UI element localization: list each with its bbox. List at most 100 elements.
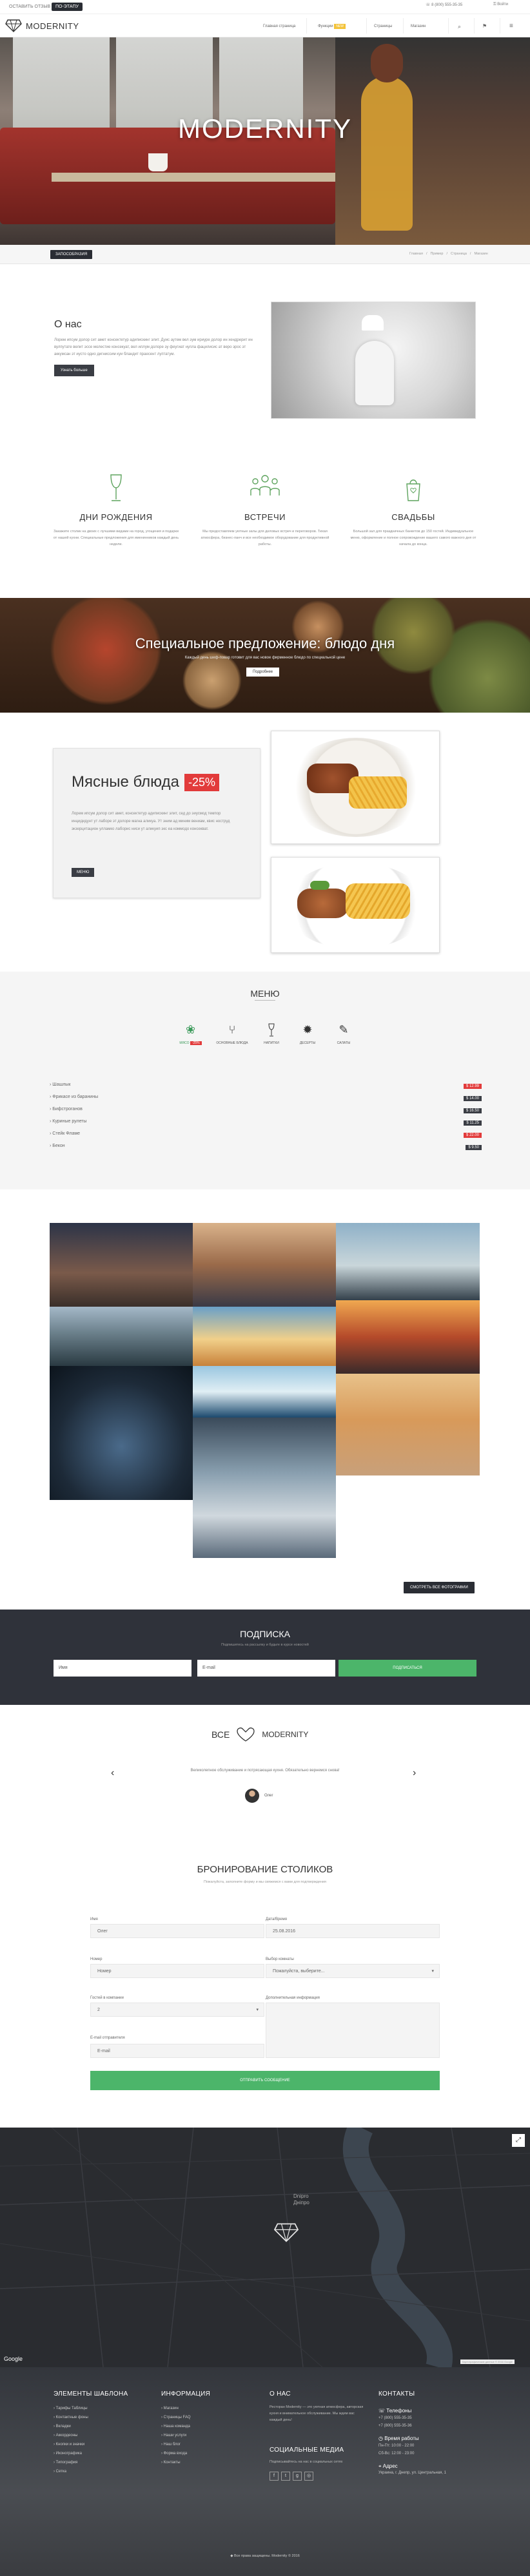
menu-item[interactable]: › Бифстроганов $ 16.50 [50, 1107, 482, 1116]
label-email: E-mail отправителя [90, 2036, 125, 2040]
login-link[interactable]: ⚿ Войти [493, 3, 508, 7]
special-offer-banner: Специальное предложение: блюдо дня Кажды… [0, 598, 530, 713]
subscribe-name-input[interactable]: Имя [54, 1660, 191, 1677]
room-select[interactable]: Пожалуйста, выберите... ▾ [266, 1964, 440, 1978]
fullscreen-icon[interactable]: ⤢ [512, 2134, 525, 2147]
copyright: ◆ Все права защищены. Modernity © 2016 [230, 2554, 300, 2558]
label-info: Дополнительная информация [266, 1996, 320, 2000]
footer-social-text: Подписывайтесь на нас в социальных сетях [270, 2460, 343, 2464]
name-field[interactable]: Олег [90, 1924, 264, 1938]
top-link-review[interactable]: ОСТАВИТЬ ОТЗЫВ [5, 3, 54, 11]
gallery-photo[interactable] [50, 1307, 193, 1366]
tab-meat[interactable]: ❀ МЯСО -25% [173, 1023, 208, 1045]
gallery-photo[interactable] [50, 1223, 193, 1307]
guests-select-value: 2 [97, 2008, 100, 2012]
footer-heading: ЭЛЕМЕНТЫ ШАБЛОНА [54, 2390, 128, 2398]
footer-link[interactable]: › Наша команда [161, 2422, 258, 2431]
chevron-right-icon[interactable]: › [413, 1767, 416, 1779]
map-attribution[interactable]: Картографические данные © 2016 Google [460, 2360, 515, 2364]
email-field[interactable]: E-mail [90, 2044, 264, 2058]
send-booking-button[interactable]: ОТПРАВИТЬ СООБЩЕНИЕ [90, 2071, 440, 2090]
gallery-photo[interactable] [336, 1223, 480, 1300]
search-icon[interactable]: ⌕ [458, 22, 461, 31]
breadcrumb-item[interactable]: Магазин [474, 252, 487, 256]
footer-link[interactable]: › Тарифы Таблицы [54, 2404, 150, 2413]
map[interactable]: Dnipro Дніпро ⤢ Google Картографические … [0, 2128, 530, 2367]
google-plus-icon[interactable]: g [293, 2472, 302, 2481]
breadcrumb-item[interactable]: Пример [430, 252, 443, 256]
menu-item[interactable]: › Бекон $ 9.50 [50, 1144, 482, 1153]
chevron-left-icon[interactable]: ‹ [111, 1767, 114, 1779]
phone-field[interactable]: Номер [90, 1964, 264, 1978]
hero-banner: MODERNITY [0, 37, 530, 245]
menu-icon[interactable]: ≡ [509, 22, 513, 31]
divider [366, 18, 367, 34]
footer-col-elements: ЭЛЕМЕНТЫ ШАБЛОНА › Тарифы Таблицы › Конт… [54, 2390, 150, 2476]
twitter-icon[interactable]: t [281, 2472, 290, 2481]
gallery-photo[interactable] [336, 1374, 480, 1475]
menu-item[interactable]: › Куриные рулеты $ 11.25 [50, 1119, 482, 1128]
instagram-icon[interactable]: ◎ [304, 2472, 313, 2481]
gallery-photo[interactable] [50, 1366, 193, 1500]
menu-item-price: $ 11.25 [464, 1120, 482, 1126]
meat-menu-button[interactable]: МЕНЮ [72, 868, 95, 877]
gallery-photo[interactable] [193, 1223, 336, 1307]
about-button[interactable]: Узнать больше [54, 365, 94, 376]
menu-item[interactable]: › Стейк Фламе $ 22.00 [50, 1131, 482, 1140]
feature-birthdays: ДНИ РОЖДЕНИЯ Закажите столик на двоих с … [52, 474, 181, 548]
avatar [245, 1789, 259, 1803]
footer-link[interactable]: › Иконографика [54, 2449, 150, 2458]
feature-weddings: СВАДЬБЫ Большой зал для праздничных банк… [349, 474, 478, 548]
footer-link[interactable]: › Сетка [54, 2467, 150, 2476]
breadcrumb-item[interactable]: Главная [409, 252, 423, 256]
map-marker-diamond-icon[interactable] [273, 2223, 299, 2244]
footer-link[interactable]: › Страницы FAQ [161, 2413, 258, 2422]
tab-desserts[interactable]: ✹ ДЕСЕРТЫ [291, 1023, 324, 1045]
footer-link[interactable]: › Контактные фоны [54, 2413, 150, 2422]
footer-link[interactable]: › Аккордеоны [54, 2431, 150, 2440]
footer-link[interactable]: › Кнопки и значки [54, 2440, 150, 2449]
menu-item[interactable]: › Фрикасе из баранины $ 14.00 [50, 1095, 482, 1104]
subscribe-email-input[interactable]: E-mail [197, 1660, 335, 1677]
nav-features[interactable]: Функции NEW [318, 22, 346, 31]
footer-link[interactable]: › Типография [54, 2458, 150, 2467]
logo[interactable]: MODERNITY [5, 19, 79, 32]
tab-main-dishes[interactable]: ⑂ ОСНОВНЫЕ БЛЮДА [213, 1023, 251, 1045]
nav-pages[interactable]: Страницы [374, 22, 392, 31]
nav-shop[interactable]: Магазин [411, 22, 426, 31]
nav-home[interactable]: Главная страница [263, 22, 295, 31]
footer-link[interactable]: › Вкладки [54, 2422, 150, 2431]
guests-select[interactable]: 2 ▾ [90, 2003, 264, 2017]
breadcrumb-item[interactable]: Страница [451, 252, 467, 256]
gallery-photo[interactable] [193, 1366, 336, 1418]
footer-link[interactable]: › Наш блог [161, 2440, 258, 2449]
phone-number[interactable]: +7 (800) 555-35-36 [378, 2423, 488, 2429]
gallery-photo[interactable] [336, 1300, 480, 1374]
footer-link[interactable]: › Магазин [161, 2404, 258, 2413]
menu-item[interactable]: › Шашлык $ 12.99 [50, 1082, 482, 1091]
hero-button[interactable]: ЗАПОСОБРАЗИЯ [50, 250, 93, 259]
footer-link[interactable]: › Контакты [161, 2458, 258, 2467]
special-button[interactable]: Подробнее [246, 668, 280, 677]
facebook-icon[interactable]: f [270, 2472, 279, 2481]
gallery-photo[interactable] [193, 1307, 336, 1366]
address-text: Украина, г. Днепр, ул. Центральная, 1 [378, 2471, 447, 2475]
flag-icon[interactable]: ⚑ [482, 22, 487, 31]
footer-link[interactable]: › Наши услуги [161, 2431, 258, 2440]
testimonial-heading: ВСЕ MODERNITY [211, 1727, 308, 1742]
phone-number[interactable]: +7 (800) 555-35-35 [378, 2414, 488, 2423]
label-room: Выбор комнаты [266, 1957, 294, 1961]
info-textarea[interactable] [266, 2003, 440, 2058]
top-link-stages[interactable]: ПО-ЭТАПУ [52, 3, 83, 11]
view-all-photos-button[interactable]: СМОТРЕТЬ ВСЕ ФОТОГРАФИИ [404, 1582, 475, 1593]
datetime-field[interactable]: 25.08.2016 [266, 1924, 440, 1938]
feature-text: Мы предоставляем уютные залы для деловых… [201, 530, 329, 546]
tab-salads[interactable]: ✎ САЛАТЫ [328, 1023, 360, 1045]
tab-label: НАПИТКИ [264, 1041, 279, 1045]
gallery-photo[interactable] [193, 1418, 336, 1558]
social-icons: f t g ◎ [270, 2472, 366, 2481]
subscribe-button[interactable]: ПОДПИСАТЬСЯ [339, 1660, 476, 1677]
footer-link[interactable]: › Форма входа [161, 2449, 258, 2458]
woman-hair [371, 44, 403, 82]
tab-drinks[interactable]: НАПИТКИ [255, 1023, 288, 1045]
